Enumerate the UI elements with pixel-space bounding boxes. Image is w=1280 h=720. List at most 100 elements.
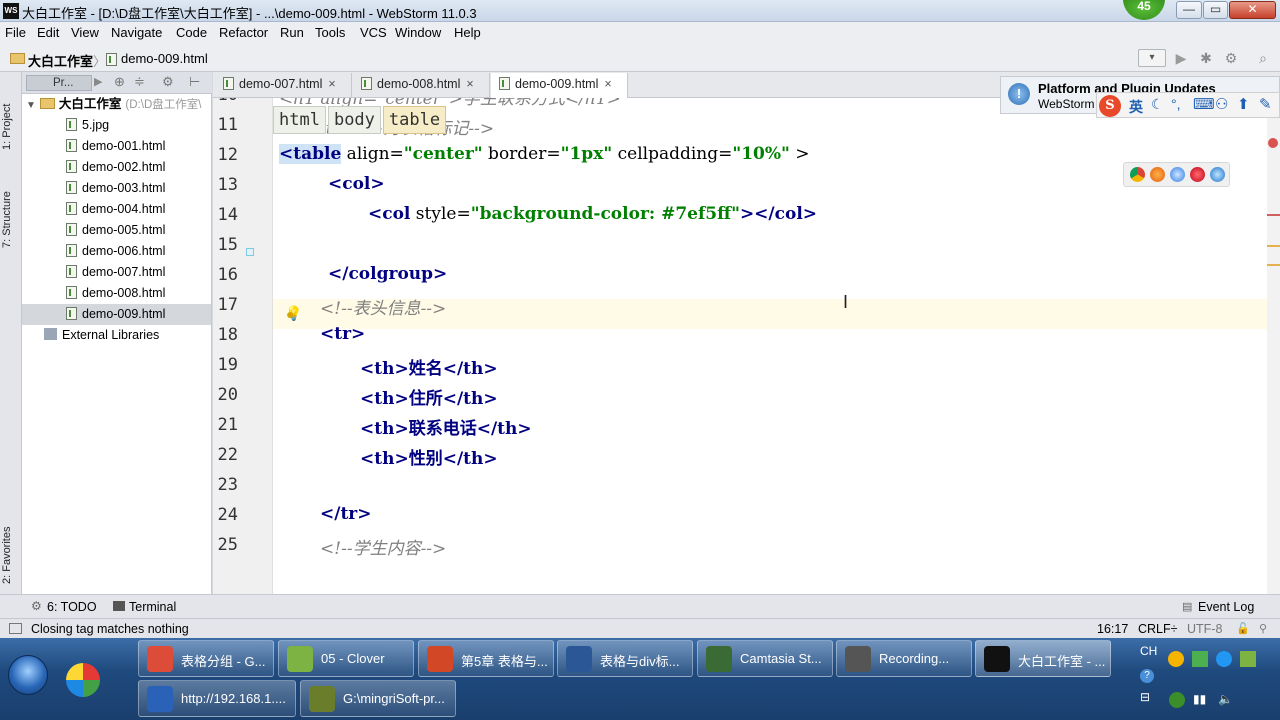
menu-vcs[interactable]: VCS [360,25,387,40]
tray-ime-icon[interactable] [1168,651,1184,667]
tab-demo-009[interactable]: demo-009.html × [491,73,628,99]
firefox-icon[interactable] [1150,167,1165,182]
tab-close-icon[interactable]: × [466,77,473,91]
tag-crumb-body[interactable]: body [327,106,381,134]
caret-position[interactable]: 16:17 [1097,622,1128,636]
search-icon[interactable]: ⌕ [1254,50,1272,66]
action-center-icon[interactable]: ⊟ [1140,690,1150,704]
collapse-arrow-icon[interactable]: ▼ [26,100,36,111]
signal-icon[interactable]: ▮▮ [1193,692,1206,706]
expand-arrow-icon[interactable]: ▶ [94,75,102,88]
minimize-button[interactable]: — [1176,1,1202,19]
chrome-icon[interactable] [1130,167,1145,182]
tool-tab-project[interactable]: 1: Project [1,80,21,150]
pinned-app-icon[interactable] [66,663,100,697]
tab-demo-008[interactable]: demo-008.html × [353,73,490,98]
keyboard-icon[interactable]: ⌨ [1193,95,1215,113]
taskbar-button[interactable]: 大白工作室 - ... [975,640,1111,677]
tree-root[interactable]: ▼ 大白工作室 (D:\D盘工作室\ [22,94,211,115]
shirt-icon[interactable]: ⬆ [1237,95,1250,113]
tab-demo-007[interactable]: demo-007.html × [215,73,352,98]
menu-tools[interactable]: Tools [315,25,345,40]
lightbulb-icon[interactable]: ● [286,306,294,322]
language-indicator[interactable]: CH [1140,644,1157,658]
run-icon[interactable]: ▶ [1172,50,1190,66]
coverage-icon[interactable]: ⚙ [1222,50,1240,66]
tool-tab-favorites[interactable]: 2: Favorites [1,504,21,584]
menu-edit[interactable]: Edit [37,25,59,40]
tray-network-icon[interactable] [1192,651,1208,667]
tray-nvidia-icon[interactable] [1240,651,1256,667]
breadcrumb-project[interactable]: 大白工作室 [28,51,93,70]
inspector-icon[interactable]: ⚲ [1259,622,1267,635]
warning-mark[interactable] [1267,245,1280,247]
menu-window[interactable]: Window [395,25,441,40]
code-editor[interactable]: 💡 10111213141516171819202122232425 ● <h1… [213,98,1267,594]
taskbar-button[interactable]: 第5章 表格与... [418,640,554,677]
tab-close-icon[interactable]: × [328,77,335,91]
sogou-ime-icon[interactable]: S [1099,95,1121,117]
wrench-icon[interactable]: ✎ [1259,95,1272,113]
tray-green-icon[interactable] [1169,692,1185,708]
punctuation-icon[interactable]: °, [1171,96,1181,112]
menu-help[interactable]: Help [454,25,481,40]
menu-code[interactable]: Code [176,25,207,40]
ime-mode-label[interactable]: 英 [1129,97,1143,117]
settings-gear-icon[interactable]: ⚙ [162,74,174,90]
tray-update-icon[interactable] [1216,651,1232,667]
hide-panel-icon[interactable]: ⊢ [189,74,200,90]
tree-file[interactable]: demo-005.html [22,220,211,241]
menu-run[interactable]: Run [280,25,304,40]
ie-icon[interactable] [1210,167,1225,182]
tree-file[interactable]: demo-002.html [22,157,211,178]
error-mark[interactable] [1267,214,1280,216]
breadcrumb-file[interactable]: demo-009.html [121,51,208,66]
taskbar-button[interactable]: 表格分组 - G... [138,640,274,677]
volume-icon[interactable]: 🔈 [1218,692,1233,706]
taskbar-button[interactable]: http://192.168.1.... [138,680,296,717]
taskbar-button[interactable]: 表格与div标... [557,640,693,677]
file-encoding[interactable]: UTF-8 [1187,622,1222,636]
error-indicator-icon[interactable] [1268,138,1278,148]
toggle-tool-windows-icon[interactable] [9,623,22,634]
lock-icon[interactable]: 🔓 [1236,622,1250,635]
safari-icon[interactable] [1170,167,1185,182]
locate-icon[interactable]: ⊕ [114,74,125,90]
menu-view[interactable]: View [71,25,99,40]
tab-close-icon[interactable]: × [604,77,611,91]
menu-navigate[interactable]: Navigate [111,25,162,40]
taskbar-button[interactable]: 05 - Clover [278,640,414,677]
run-config-dropdown[interactable]: ▾ [1138,49,1166,67]
tree-file[interactable]: demo-009.html [22,304,211,325]
warning-mark[interactable] [1267,264,1280,266]
tree-file[interactable]: demo-007.html [22,262,211,283]
taskbar-button[interactable]: Camtasia St... [697,640,833,677]
tree-external-libraries[interactable]: External Libraries [22,325,211,346]
close-button[interactable]: ✕ [1229,1,1276,19]
maximize-button[interactable]: ▭ [1203,1,1228,19]
collapse-all-icon[interactable]: ≑ [134,74,145,90]
tree-file[interactable]: demo-008.html [22,283,211,304]
tree-file[interactable]: demo-006.html [22,241,211,262]
menu-file[interactable]: File [5,25,26,40]
event-log-tab[interactable]: Event Log [1198,600,1254,614]
project-view-selector[interactable]: Pr... [26,75,92,91]
opera-icon[interactable] [1190,167,1205,182]
user-icon[interactable]: ⚇ [1215,95,1228,113]
taskbar-button[interactable]: Recording... [836,640,972,677]
taskbar-button[interactable]: G:\mingriSoft-pr... [300,680,456,717]
tag-crumb-table[interactable]: table [382,106,447,134]
line-separator[interactable]: CRLF÷ [1138,622,1178,636]
tree-file[interactable]: demo-003.html [22,178,211,199]
help-icon[interactable]: ? [1140,669,1154,683]
start-button[interactable] [8,655,48,695]
debug-icon[interactable]: ✱ [1197,50,1215,66]
terminal-tab[interactable]: Terminal [129,600,176,614]
tag-crumb-html[interactable]: html [273,106,326,134]
tree-file[interactable]: 5.jpg [22,115,211,136]
moon-icon[interactable]: ☾ [1151,96,1164,113]
tree-file[interactable]: demo-004.html [22,199,211,220]
todo-tab[interactable]: 6: TODO [47,600,97,614]
tool-tab-structure[interactable]: 7: Structure [1,168,21,248]
menu-refactor[interactable]: Refactor [219,25,268,40]
